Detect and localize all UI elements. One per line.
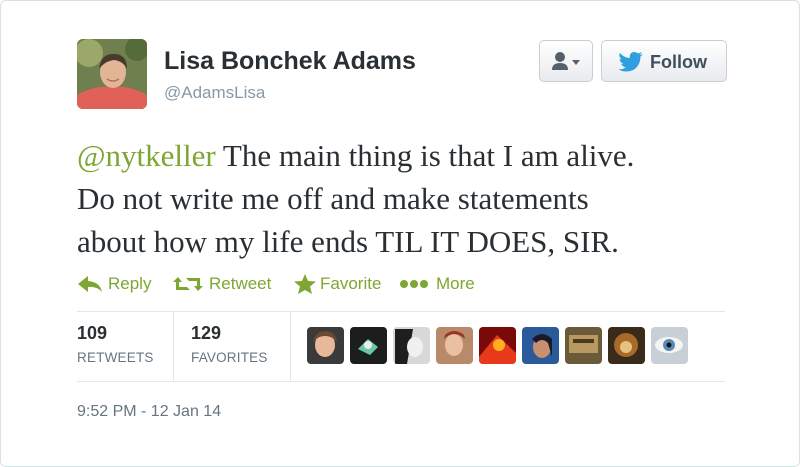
stats-separator [173, 311, 174, 381]
retweets-label: RETWEETS [77, 350, 154, 365]
reply-label: Reply [108, 274, 152, 293]
favoriter-avatar[interactable] [608, 327, 645, 364]
tweet-timestamp[interactable]: 9:52 PM - 12 Jan 14 [77, 403, 221, 421]
star-icon [294, 274, 316, 294]
favoriter-avatar[interactable] [436, 327, 473, 364]
tweet-card: Lisa Bonchek Adams @AdamsLisa Follow @ny… [0, 0, 800, 467]
user-dropdown-icon [552, 52, 580, 70]
favoriter-avatar[interactable] [522, 327, 559, 364]
author-name[interactable]: Lisa Bonchek Adams [164, 47, 416, 76]
favorites-label: FAVORITES [191, 350, 268, 365]
tweet-line-2: Do not write me off and make statements [77, 181, 589, 216]
favorites-count: 129 [191, 323, 222, 343]
stats-separator [290, 311, 291, 381]
user-actions-button[interactable] [539, 40, 593, 82]
favorites-stat[interactable]: 129 FAVORITES [191, 323, 268, 365]
stats-top-divider [77, 311, 725, 312]
retweets-stat[interactable]: 109 RETWEETS [77, 323, 154, 365]
follow-button[interactable]: Follow [601, 40, 727, 82]
author-avatar[interactable] [77, 39, 147, 109]
retweet-label: Retweet [209, 274, 272, 293]
favoriter-avatar[interactable] [565, 327, 602, 364]
favorite-label: Favorite [320, 274, 382, 293]
author-photo [77, 39, 147, 109]
tweet-line-3: about how my life ends TIL IT DOES, SIR. [77, 224, 619, 259]
stats-bottom-divider [77, 381, 725, 382]
tweet-text: @nytkeller The main thing is that I am a… [77, 134, 757, 263]
reply-icon [78, 276, 102, 292]
favoriter-avatar[interactable] [479, 327, 516, 364]
more-dots-icon [400, 280, 428, 288]
favoriter-avatar[interactable] [651, 327, 688, 364]
retweets-count: 109 [77, 323, 108, 343]
favoriter-avatar[interactable] [393, 327, 430, 364]
tweet-line-1: @nytkeller The main thing is that I am a… [77, 134, 757, 177]
more-label: More [436, 274, 475, 293]
favoriter-avatar[interactable] [307, 327, 344, 364]
tweet-line-1-text: The main thing is that I am alive. [215, 138, 635, 173]
twitter-bird-icon [618, 52, 643, 72]
author-handle[interactable]: @AdamsLisa [164, 83, 265, 103]
mention-link[interactable]: @nytkeller [77, 138, 216, 173]
follow-label: Follow [650, 52, 707, 72]
favoriter-avatar[interactable] [350, 327, 387, 364]
retweet-icon [173, 277, 203, 291]
